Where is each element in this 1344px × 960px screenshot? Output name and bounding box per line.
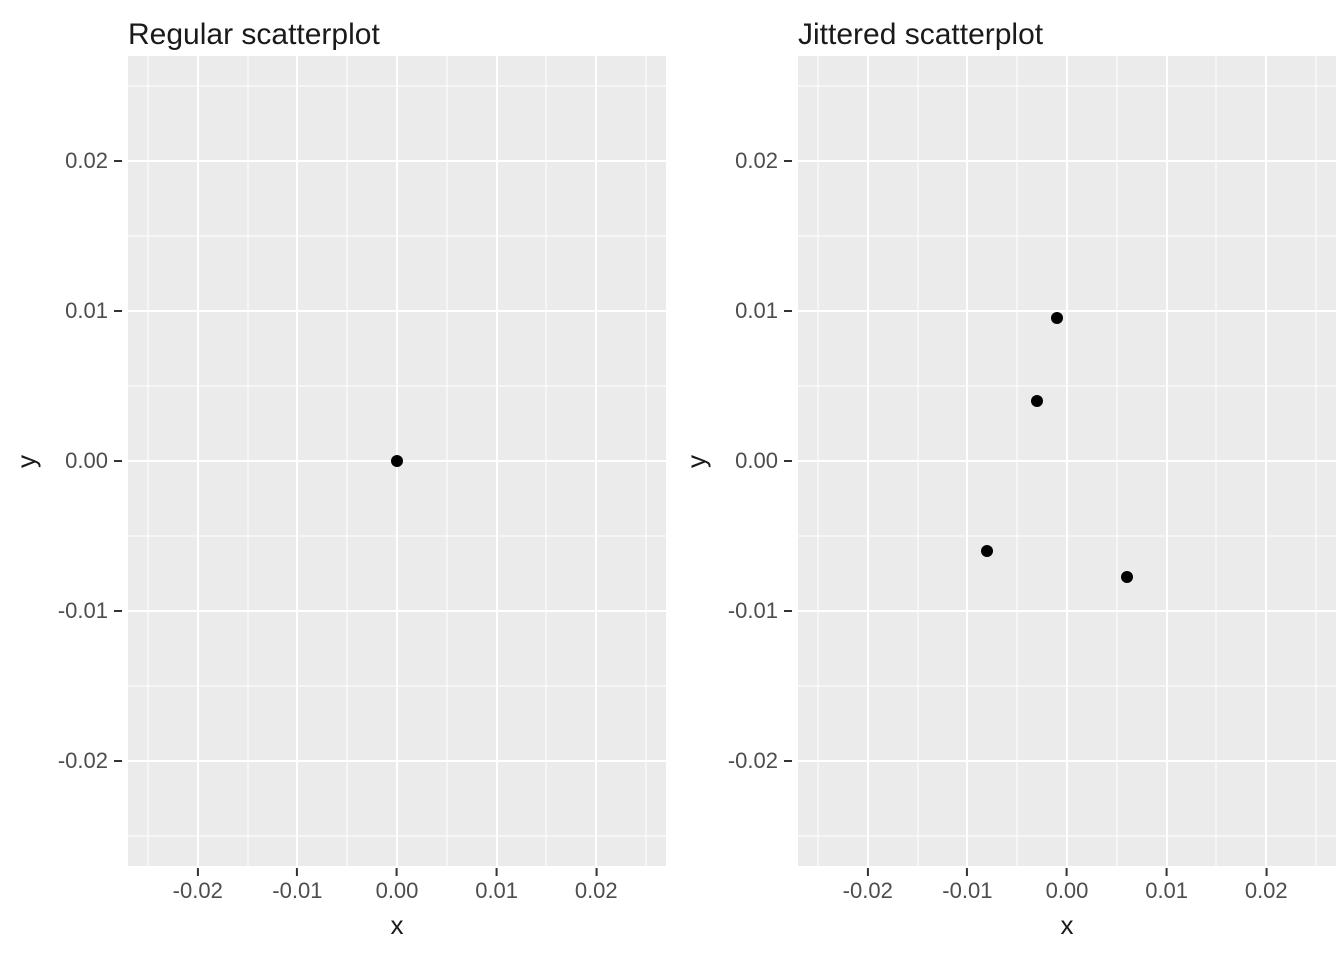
x-tick-label: 0.00 bbox=[1046, 868, 1089, 904]
data-point bbox=[1051, 312, 1063, 324]
gridline-major-h bbox=[128, 310, 666, 312]
y-ticks-jittered: -0.02 -0.01 0.00 0.01 0.02 bbox=[714, 56, 798, 866]
y-tick-label: 0.01 bbox=[65, 298, 122, 324]
x-tick-label: 0.02 bbox=[575, 868, 618, 904]
data-point bbox=[1121, 571, 1133, 583]
x-ticks-row-jittered: -0.02 -0.01 0.00 0.01 0.02 bbox=[678, 866, 1336, 910]
x-axis-label-jittered: x bbox=[798, 910, 1336, 952]
x-tick-label: -0.02 bbox=[173, 868, 223, 904]
data-point bbox=[391, 455, 403, 467]
x-tick-label: 0.01 bbox=[1145, 868, 1188, 904]
data-point bbox=[981, 545, 993, 557]
gridline-major-h bbox=[798, 610, 1336, 612]
x-tick-label: 0.02 bbox=[1245, 868, 1288, 904]
gridline-major-h bbox=[798, 760, 1336, 762]
y-axis-label-regular: y bbox=[8, 56, 44, 866]
panel-regular: Regular scatterplot y -0.02 -0.01 0.00 0.01… bbox=[8, 8, 666, 952]
x-ticks-row-regular: -0.02 -0.01 0.00 0.01 0.02 bbox=[8, 866, 666, 910]
y-axis-label-jittered: y bbox=[678, 56, 714, 866]
y-ticks-regular: -0.02 -0.01 0.00 0.01 0.02 bbox=[44, 56, 128, 866]
y-tick-label: 0.00 bbox=[735, 448, 792, 474]
panel-jittered: Jittered scatterplot y -0.02 -0.01 0.00 0.0… bbox=[678, 8, 1336, 952]
y-tick-label: -0.02 bbox=[728, 748, 792, 774]
x-label-row-regular: x bbox=[8, 910, 666, 952]
gridline-major-h bbox=[798, 160, 1336, 162]
y-tick-label: -0.02 bbox=[58, 748, 122, 774]
plot-row-jittered: y -0.02 -0.01 0.00 0.01 0.02 bbox=[678, 56, 1336, 866]
gridline-major-h bbox=[128, 610, 666, 612]
y-axis-label-text-jittered: y bbox=[681, 455, 712, 468]
data-point bbox=[1031, 395, 1043, 407]
x-tick-label: -0.01 bbox=[942, 868, 992, 904]
x-label-row-jittered: x bbox=[678, 910, 1336, 952]
panel-title-regular: Regular scatterplot bbox=[8, 8, 666, 56]
plot-area-jittered bbox=[798, 56, 1336, 866]
gridline-major-h bbox=[798, 310, 1336, 312]
figure: Regular scatterplot y -0.02 -0.01 0.00 0.01… bbox=[0, 0, 1344, 960]
y-tick-label: 0.00 bbox=[65, 448, 122, 474]
x-axis-label-regular: x bbox=[128, 910, 666, 952]
x-tick-label: 0.01 bbox=[475, 868, 518, 904]
gridline-major-h bbox=[798, 460, 1336, 462]
y-tick-label: -0.01 bbox=[728, 598, 792, 624]
panel-title-jittered: Jittered scatterplot bbox=[678, 8, 1336, 56]
x-ticks-regular: -0.02 -0.01 0.00 0.01 0.02 bbox=[128, 866, 666, 910]
x-tick-label: -0.01 bbox=[272, 868, 322, 904]
x-tick-label: 0.00 bbox=[376, 868, 419, 904]
plot-area-regular bbox=[128, 56, 666, 866]
y-tick-label: 0.02 bbox=[65, 148, 122, 174]
y-tick-label: 0.02 bbox=[735, 148, 792, 174]
y-axis-label-text-regular: y bbox=[11, 455, 42, 468]
y-tick-label: -0.01 bbox=[58, 598, 122, 624]
gridline-major-h bbox=[128, 760, 666, 762]
plot-row-regular: y -0.02 -0.01 0.00 0.01 0.02 bbox=[8, 56, 666, 866]
x-tick-label: -0.02 bbox=[843, 868, 893, 904]
y-tick-label: 0.01 bbox=[735, 298, 792, 324]
x-ticks-jittered: -0.02 -0.01 0.00 0.01 0.02 bbox=[798, 866, 1336, 910]
gridline-major-h bbox=[128, 160, 666, 162]
